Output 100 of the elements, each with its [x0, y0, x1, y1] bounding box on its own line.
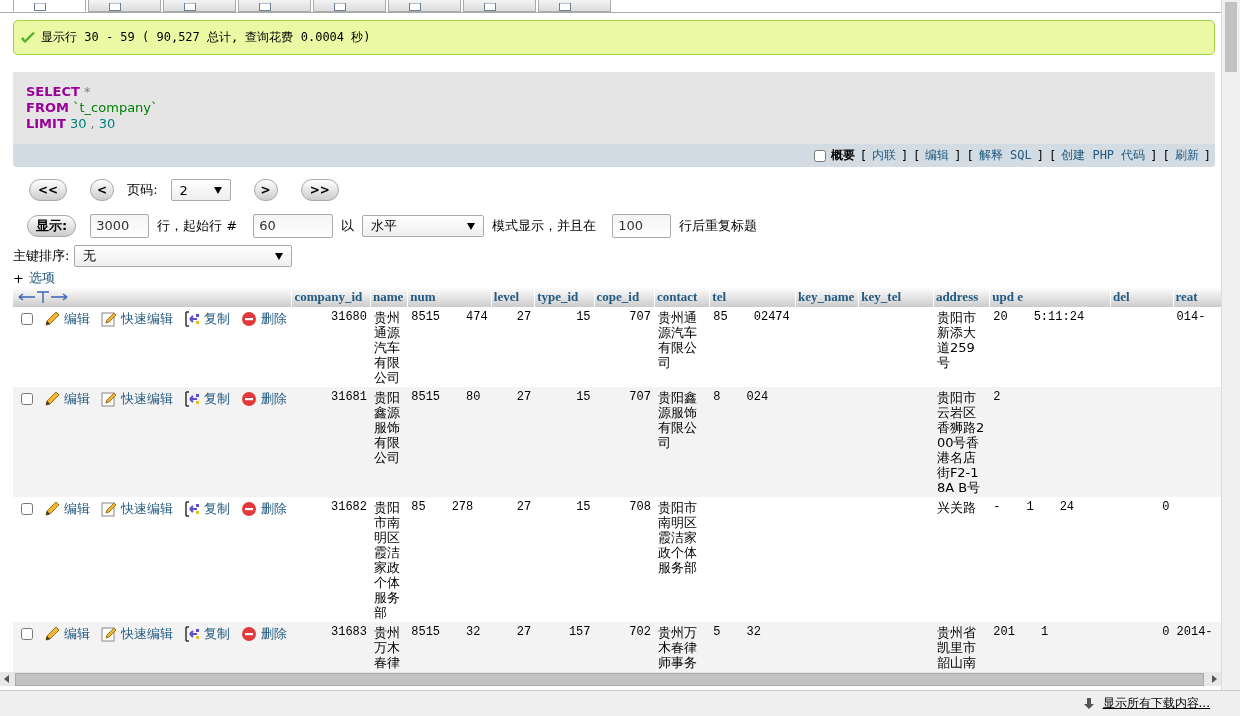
column-header[interactable]: tel — [709, 287, 796, 307]
row-action-link[interactable]: 快速编辑 — [121, 625, 173, 643]
row-action-link[interactable]: 编辑 — [64, 625, 90, 643]
column-header[interactable]: type_id — [534, 287, 595, 307]
column-header[interactable]: upd e — [989, 287, 1111, 307]
tab-icon — [109, 3, 121, 11]
table-cell: 兴关路 — [936, 500, 976, 515]
row-action-link[interactable]: 快速编辑 — [121, 390, 173, 408]
vertical-scrollbar[interactable] — [1221, 0, 1240, 690]
sql-link[interactable]: 编辑 — [925, 147, 950, 164]
row-action-link[interactable]: 复制 — [204, 310, 230, 328]
page-label: 页码: — [127, 181, 158, 199]
scroll-right-icon[interactable] — [1210, 675, 1218, 683]
sql-link[interactable]: 解释 SQL — [978, 147, 1032, 164]
table-cell: 31682 — [331, 500, 367, 515]
column-header[interactable]: level — [491, 287, 535, 307]
table-cell: 02474 — [753, 310, 790, 325]
tab[interactable] — [13, 0, 86, 12]
tab-icon — [259, 3, 271, 11]
sort-select[interactable]: 无 — [74, 245, 293, 267]
row-action-link[interactable]: 删除 — [261, 390, 287, 408]
sort-label: 主键排序: — [13, 247, 70, 265]
column-header[interactable]: company_id — [291, 287, 371, 307]
row-checkbox[interactable] — [21, 313, 33, 325]
pencil-icon — [44, 626, 60, 642]
start-row-input[interactable]: 60 — [253, 214, 334, 238]
table-cell-text: 贵阳市南明区霞洁家政个体服务部 — [657, 500, 698, 575]
scroll-left-icon[interactable] — [3, 675, 11, 683]
tab-icon — [334, 3, 346, 11]
row-action-link[interactable]: 删除 — [261, 625, 287, 643]
table-cell: 1 — [1040, 625, 1049, 640]
options-link[interactable]: 选项 — [28, 269, 55, 287]
row-action-link[interactable]: 复制 — [204, 625, 230, 643]
previous-page-button[interactable]: < — [90, 179, 115, 201]
delete-icon — [241, 626, 257, 642]
bracket: [ — [859, 148, 867, 163]
column-header[interactable]: del — [1110, 287, 1174, 307]
row-checkbox[interactable] — [21, 393, 33, 405]
column-header[interactable]: contact — [654, 287, 710, 307]
column-header[interactable]: num — [407, 287, 492, 307]
sql-link[interactable]: 刷新 — [1174, 147, 1199, 164]
copy-row-icon — [184, 311, 200, 327]
rows-input[interactable]: 3000 — [90, 214, 150, 238]
row-action-link[interactable]: 删除 — [261, 310, 287, 328]
column-header[interactable]: key_name — [795, 287, 859, 307]
table-cell: 31681 — [331, 390, 367, 405]
table-cell: 1 — [1026, 500, 1034, 515]
horizontal-scrollbar[interactable] — [0, 672, 1221, 686]
show-button[interactable]: 显示: — [27, 215, 77, 237]
table-cell: 702 — [629, 625, 651, 640]
first-page-button[interactable]: << — [29, 179, 68, 201]
table-cell: 85 — [411, 500, 426, 515]
row-action-link[interactable]: 复制 — [204, 390, 230, 408]
mode-suffix-label: 模式显示，并且在 — [492, 217, 597, 235]
sql-link[interactable]: 创建 PHP 代码 — [1061, 147, 1146, 164]
table-cell: 8 — [713, 390, 721, 405]
table-cell: 0 — [1162, 500, 1170, 515]
table-cell-text: 贵阳鑫源服饰有限公司 — [374, 390, 401, 465]
tab[interactable] — [538, 0, 611, 12]
row-action-link[interactable]: 编辑 — [64, 310, 90, 328]
table-cell: 8515 — [411, 390, 441, 405]
row-checkbox[interactable] — [21, 628, 33, 640]
caret-icon — [467, 222, 476, 230]
column-header[interactable]: reat — [1173, 287, 1221, 307]
row-action-link[interactable]: 快速编辑 — [121, 500, 173, 518]
table-cell-text: 贵州万木春律 — [374, 625, 401, 670]
table-cell: 708 — [629, 500, 651, 515]
row-action-link[interactable]: 编辑 — [64, 500, 90, 518]
profiling-checkbox[interactable] — [813, 149, 826, 162]
note-pencil-icon — [101, 626, 117, 642]
last-page-button[interactable]: >> — [300, 179, 339, 201]
repeat-header-input[interactable]: 100 — [612, 214, 672, 238]
delete-icon — [241, 311, 257, 327]
mode-select[interactable]: 水平 — [362, 215, 485, 237]
page-select[interactable]: 2 — [170, 179, 231, 201]
column-header[interactable]: address — [933, 287, 990, 307]
next-page-button[interactable]: > — [253, 179, 278, 201]
profiling-label: 概要 — [830, 147, 855, 164]
row-action-link[interactable]: 快速编辑 — [121, 310, 173, 328]
row-action-link[interactable]: 删除 — [261, 500, 287, 518]
tab[interactable] — [238, 0, 311, 12]
row-action-link[interactable]: 复制 — [204, 500, 230, 518]
tab[interactable] — [88, 0, 161, 12]
column-arrows-icon[interactable] — [17, 290, 69, 304]
note-pencil-icon — [101, 501, 117, 517]
column-header[interactable]: name — [370, 287, 408, 307]
tab[interactable] — [163, 0, 236, 12]
delete-icon — [241, 501, 257, 517]
row-checkbox[interactable] — [21, 503, 33, 515]
sql-link[interactable]: 内联 — [871, 147, 896, 164]
row-action-link[interactable]: 编辑 — [64, 390, 90, 408]
tab[interactable] — [463, 0, 536, 12]
bracket: ] — [900, 148, 909, 163]
table-cell: 2014- — [1176, 625, 1213, 640]
column-header[interactable]: key_tel — [858, 287, 934, 307]
column-header[interactable]: cope_id — [594, 287, 655, 307]
table-cell: 85 — [713, 310, 728, 325]
show-downloads-link[interactable]: 显示所有下载内容... — [1102, 695, 1210, 712]
tab[interactable] — [388, 0, 461, 12]
tab[interactable] — [313, 0, 386, 12]
